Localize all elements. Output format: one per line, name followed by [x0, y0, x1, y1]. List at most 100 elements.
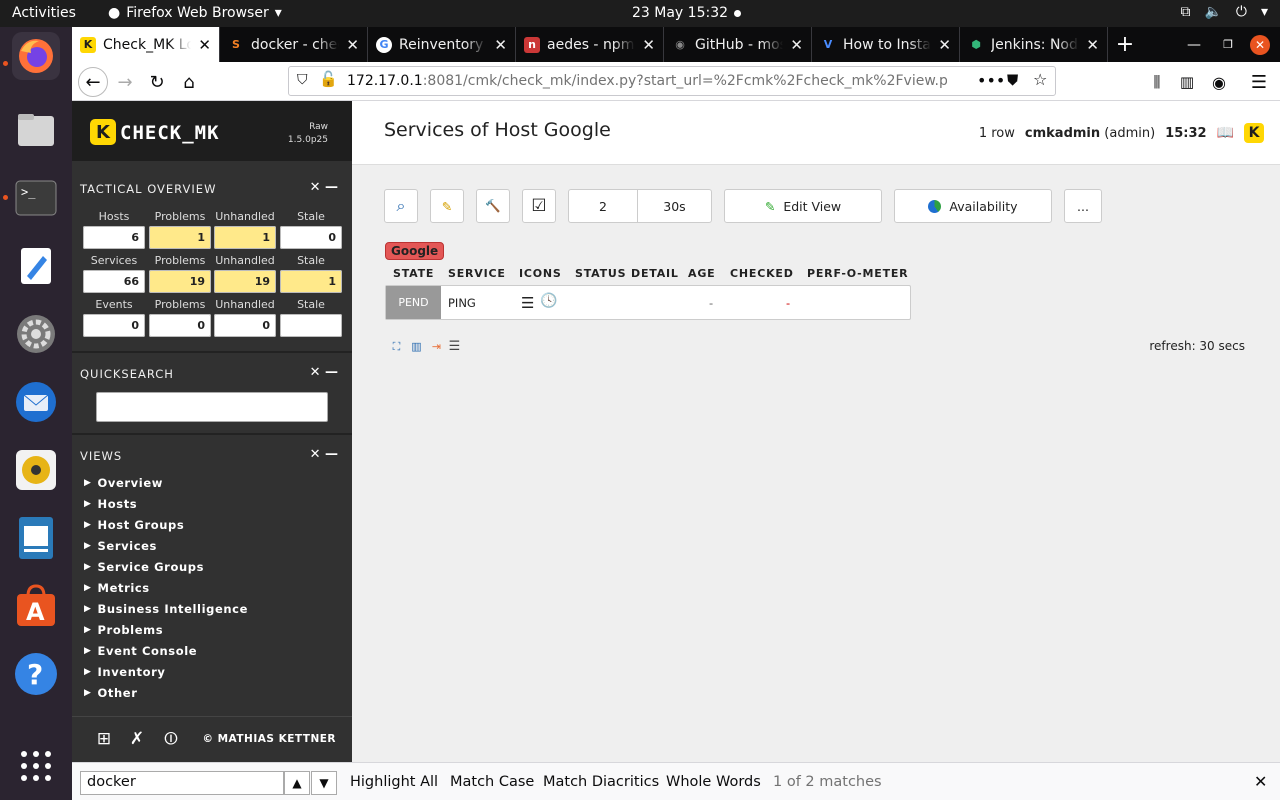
- quicksearch-title[interactable]: QUICKSEARCH: [80, 367, 174, 381]
- close-snapin-icon[interactable]: ✕: [310, 447, 321, 462]
- account-icon[interactable]: ◉: [1204, 67, 1234, 97]
- host-group-tag[interactable]: Google: [385, 242, 445, 260]
- url-text[interactable]: 172.17.0.1:8081/cmk/check_mk/index.py?st…: [347, 73, 947, 89]
- quicksearch-input[interactable]: [96, 392, 328, 422]
- pocket-icon[interactable]: ⛊: [1007, 71, 1018, 89]
- column-service[interactable]: SERVICE: [448, 267, 506, 280]
- availability-button[interactable]: Availability: [894, 189, 1052, 223]
- home-icon[interactable]: ⌂: [174, 67, 204, 97]
- search-button[interactable]: ⌕: [384, 189, 418, 223]
- event-problems-count[interactable]: 0: [149, 314, 211, 337]
- book-icon[interactable]: 📖: [1217, 125, 1234, 141]
- more-button[interactable]: ...: [1064, 189, 1102, 223]
- display-options-button[interactable]: ✎: [430, 189, 464, 223]
- tab-check-mk[interactable]: K Check_MK Local ✕: [72, 27, 220, 62]
- refresh-selector[interactable]: 30s: [637, 189, 712, 223]
- views-title[interactable]: VIEWS: [80, 449, 122, 463]
- show-applications-icon[interactable]: [12, 742, 60, 790]
- edit-view-button[interactable]: ✎ Edit View: [724, 189, 882, 223]
- snapin-controls[interactable]: ✕ —: [310, 447, 338, 462]
- services-count[interactable]: 66: [83, 270, 145, 293]
- find-input[interactable]: docker: [80, 771, 284, 795]
- service-stale-count[interactable]: 1: [280, 270, 342, 293]
- library-icon[interactable]: ⫼: [1142, 67, 1172, 97]
- view-overview[interactable]: ▶ Overview: [84, 476, 163, 490]
- insecure-lock-icon[interactable]: 🔓: [319, 70, 338, 88]
- text-editor-icon[interactable]: [12, 242, 60, 290]
- wato-tools-icon[interactable]: ✗: [125, 727, 149, 751]
- logo-text[interactable]: CHECK_MK: [120, 122, 220, 144]
- match-diacritics-toggle[interactable]: Match Diacritics: [543, 774, 659, 790]
- column-perf-o-meter[interactable]: PERF-O-METER: [807, 267, 908, 280]
- list-icon[interactable]: ☰: [448, 339, 461, 354]
- menu-icon[interactable]: ☰: [521, 294, 534, 312]
- close-tab-icon[interactable]: ✕: [198, 36, 211, 54]
- reload-icon[interactable]: ↻: [142, 67, 172, 97]
- event-stale-count[interactable]: [280, 314, 342, 337]
- check-mk-logo-icon[interactable]: K: [90, 119, 116, 145]
- view-other[interactable]: ▶ Other: [84, 686, 137, 700]
- terminal-icon[interactable]: >_: [12, 174, 60, 222]
- close-snapin-icon[interactable]: ✕: [310, 180, 321, 195]
- help-icon[interactable]: ?: [12, 650, 60, 698]
- bookmark-star-icon[interactable]: ☆: [1033, 70, 1047, 89]
- activities-button[interactable]: Activities: [12, 5, 76, 21]
- maximize-icon[interactable]: ❐: [1216, 27, 1240, 62]
- close-tab-icon[interactable]: ✕: [346, 36, 359, 54]
- match-case-toggle[interactable]: Match Case: [450, 774, 534, 790]
- find-next-icon[interactable]: ▼: [311, 771, 337, 795]
- menu-icon[interactable]: ☰: [1244, 67, 1274, 97]
- clock[interactable]: 23 May 15:32: [632, 5, 728, 21]
- checkbox-toggle-button[interactable]: ☑: [522, 189, 556, 223]
- snapin-controls[interactable]: ✕ —: [310, 180, 338, 195]
- service-problems-count[interactable]: 19: [149, 270, 211, 293]
- back-icon[interactable]: ←: [78, 67, 108, 97]
- close-tab-icon[interactable]: ✕: [1086, 36, 1099, 54]
- whole-words-toggle[interactable]: Whole Words: [666, 774, 761, 790]
- close-window-icon[interactable]: ✕: [1250, 35, 1270, 55]
- view-business-intelligence[interactable]: ▶ Business Intelligence: [84, 602, 248, 616]
- forward-icon[interactable]: →: [110, 67, 140, 97]
- tab-docker[interactable]: Sdocker - check ✕: [220, 27, 368, 62]
- view-service-groups[interactable]: ▶ Service Groups: [84, 560, 204, 574]
- minimize-snapin-icon[interactable]: —: [325, 365, 338, 380]
- shield-icon[interactable]: ⛉: [297, 72, 308, 88]
- firefox-icon[interactable]: [12, 32, 60, 80]
- find-previous-icon[interactable]: ▲: [284, 771, 310, 795]
- tab-reinventory[interactable]: G Reinventory ✕: [368, 27, 516, 62]
- close-findbar-icon[interactable]: ✕: [1254, 772, 1267, 791]
- view-metrics[interactable]: ▶ Metrics: [84, 581, 150, 595]
- events-count[interactable]: 0: [83, 314, 145, 337]
- tab-how-to-install[interactable]: V How to Install ✕: [812, 27, 960, 62]
- add-snapin-icon[interactable]: ⊞: [92, 727, 116, 751]
- column-state[interactable]: STATE: [393, 267, 434, 280]
- snapin-controls[interactable]: ✕ —: [310, 365, 338, 380]
- app-menu[interactable]: ● Firefox Web Browser ▾: [108, 5, 282, 21]
- export-icon[interactable]: ⇥: [430, 340, 443, 353]
- service-name[interactable]: PING: [448, 296, 476, 310]
- fullscreen-icon[interactable]: ⛶: [390, 340, 403, 353]
- close-tab-icon[interactable]: ✕: [790, 36, 803, 54]
- check-mk-logo-icon[interactable]: K: [1244, 123, 1264, 143]
- view-event-console[interactable]: ▶ Event Console: [84, 644, 197, 658]
- thunderbird-icon[interactable]: [12, 378, 60, 426]
- column-status-detail[interactable]: STATUS DETAIL: [575, 267, 679, 280]
- tab-aedes-npm[interactable]: n aedes - npm ✕: [516, 27, 664, 62]
- host-problems-count[interactable]: 1: [149, 226, 211, 249]
- close-snapin-icon[interactable]: ✕: [310, 365, 321, 380]
- host-unhandled-count[interactable]: 1: [214, 226, 276, 249]
- columns-icon[interactable]: ▥: [410, 340, 423, 353]
- settings-icon[interactable]: [12, 310, 60, 358]
- hosts-count[interactable]: 6: [83, 226, 145, 249]
- minimize-snapin-icon[interactable]: —: [325, 180, 338, 195]
- event-unhandled-count[interactable]: 0: [214, 314, 276, 337]
- libreoffice-writer-icon[interactable]: [12, 514, 60, 562]
- rhythmbox-icon[interactable]: [12, 446, 60, 494]
- tab-jenkins[interactable]: ⬢ Jenkins: Node ✕: [960, 27, 1108, 62]
- software-center-icon[interactable]: A: [12, 582, 60, 630]
- close-tab-icon[interactable]: ✕: [494, 36, 507, 54]
- clock-warning-icon[interactable]: 🕓: [540, 293, 557, 309]
- logout-icon[interactable]: ⏼: [159, 727, 183, 751]
- commands-button[interactable]: 🔨: [476, 189, 510, 223]
- service-unhandled-count[interactable]: 19: [214, 270, 276, 293]
